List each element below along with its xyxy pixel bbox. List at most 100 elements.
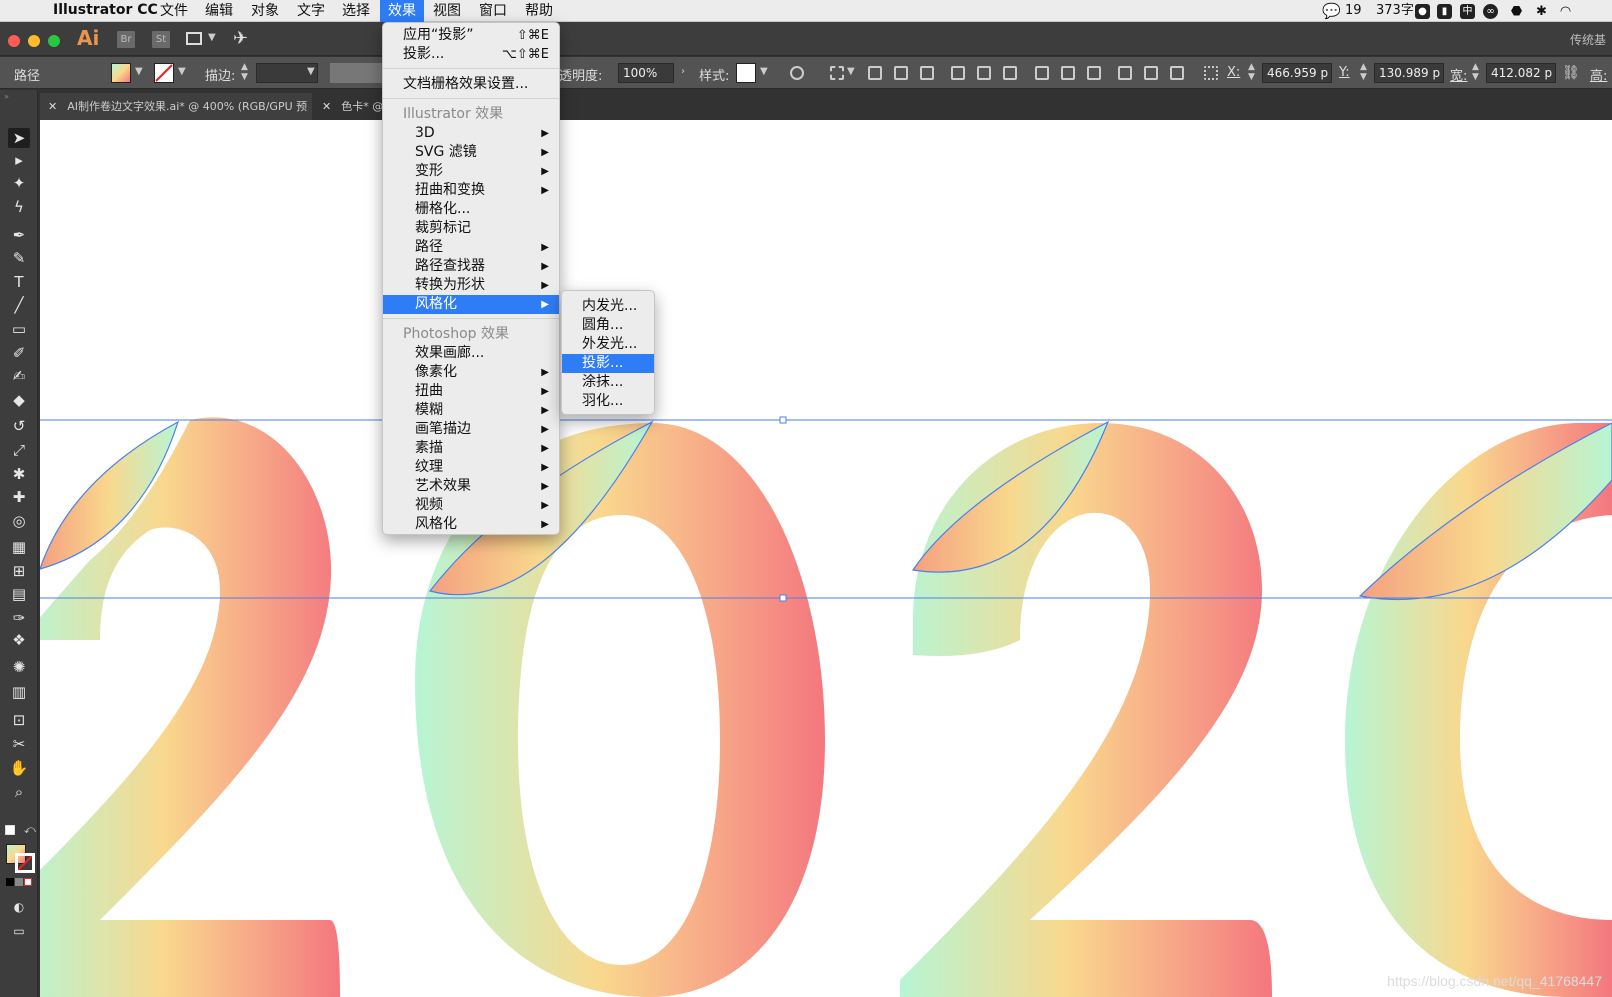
stylize-menu-item[interactable]: 圆角... xyxy=(562,316,654,335)
digit-2-left[interactable] xyxy=(40,417,340,997)
creative-cloud-icon[interactable]: ∞ xyxy=(1483,4,1498,19)
effect-menu-item[interactable]: 扭曲 ▶ xyxy=(383,382,559,401)
graphic-style-dropdown-icon[interactable]: ▼ xyxy=(760,66,768,77)
effect-menu-item[interactable]: 画笔描边 ▶ xyxy=(383,420,559,439)
drawing-mode-icon[interactable]: ◐ xyxy=(8,897,30,917)
close-window-button[interactable] xyxy=(8,35,20,47)
gradient-tool[interactable]: ▤ xyxy=(8,584,30,604)
direct-selection-tool[interactable]: ▸ xyxy=(8,150,30,170)
x-position-field[interactable]: 466.959 p xyxy=(1262,63,1332,83)
shaper-tool[interactable]: ✍ xyxy=(8,366,30,386)
menu-view[interactable]: 视图 xyxy=(425,0,469,22)
align-horizontal-center-icon[interactable] xyxy=(894,66,908,80)
swap-colors-icon[interactable]: ⤺ xyxy=(24,823,36,837)
document-tab-active[interactable]: ✕AI制作卷边文字效果.ai* @ 400% (RGB/GPU 预览) xyxy=(40,93,312,140)
recolor-artwork-icon[interactable] xyxy=(790,66,804,80)
selection-tool[interactable]: ➤ xyxy=(8,128,30,148)
column-graph-tool[interactable]: ▥ xyxy=(8,682,30,702)
fill-dropdown-icon[interactable]: ▼ xyxy=(135,66,143,77)
distribute-left-icon[interactable] xyxy=(1118,66,1132,80)
status-app-icon[interactable]: ● xyxy=(1415,4,1430,19)
graphic-style-swatch[interactable] xyxy=(736,63,756,83)
width-stepper[interactable]: ▲ ▼ xyxy=(1472,62,1479,82)
align-to-selection-icon[interactable] xyxy=(830,66,844,80)
puppet-warp-tool[interactable]: ✱ xyxy=(8,464,30,484)
effect-menu-item[interactable]: 像素化 ▶ xyxy=(383,363,559,382)
y-stepper[interactable]: ▲ ▼ xyxy=(1360,62,1367,82)
pin-tool[interactable]: ✚ xyxy=(8,487,30,507)
width-field[interactable]: 412.082 p xyxy=(1486,63,1556,83)
menu-edit[interactable]: 编辑 xyxy=(197,0,241,22)
effect-menu-item[interactable]: 投影... ⌥⇧⌘E xyxy=(383,45,559,64)
effect-menu-item[interactable]: 路径 ▶ xyxy=(383,238,559,257)
magic-wand-tool[interactable]: ✦ xyxy=(8,173,30,193)
stroke-weight-dropdown-icon[interactable]: ▼ xyxy=(307,66,315,77)
align-to-dropdown-icon[interactable]: ▼ xyxy=(847,66,855,77)
effect-menu-item[interactable]: 裁剪标记 xyxy=(383,219,559,238)
artboard-canvas[interactable]: https://blog.csdn.net/qq_41768447 xyxy=(40,120,1612,997)
mesh-tool[interactable]: ⊞ xyxy=(8,561,30,581)
eyedropper-tool[interactable]: ✑ xyxy=(8,608,30,628)
shield-icon[interactable]: ⬣ xyxy=(1509,4,1524,19)
stylize-menu-item[interactable]: 涂抹... xyxy=(562,373,654,392)
menu-type[interactable]: 文字 xyxy=(289,0,333,22)
chevron-down-icon[interactable]: ▼ xyxy=(208,32,216,43)
stylize-menu-item[interactable]: 内发光... xyxy=(562,297,654,316)
artwork-2020[interactable] xyxy=(40,120,1612,997)
x-stepper[interactable]: ▲ ▼ xyxy=(1248,62,1255,82)
stroke-color-box[interactable] xyxy=(15,853,35,873)
effect-menu-item[interactable]: 变形 ▶ xyxy=(383,162,559,181)
align-right-icon[interactable] xyxy=(920,66,934,80)
stroke-weight-stepper[interactable]: ▲ ▼ xyxy=(241,62,248,82)
effect-menu-item[interactable]: SVG 滤镜 ▶ xyxy=(383,143,559,162)
stock-button[interactable]: St xyxy=(152,31,170,48)
rotate-tool[interactable]: ↺ xyxy=(8,416,30,436)
type-tool[interactable]: T xyxy=(8,272,30,292)
variable-width-profile[interactable] xyxy=(330,63,384,83)
menu-help[interactable]: 帮助 xyxy=(517,0,561,22)
distribute-top-icon[interactable] xyxy=(1035,66,1049,80)
distribute-right-icon[interactable] xyxy=(1170,66,1184,80)
opacity-field[interactable]: 100% xyxy=(618,63,674,83)
collapse-panel-icon[interactable]: » xyxy=(4,92,9,101)
input-method-icon[interactable]: 中 xyxy=(1460,4,1475,19)
color-mode-icon[interactable] xyxy=(6,878,14,886)
rectangle-tool[interactable]: ▭ xyxy=(8,319,30,339)
gpu-performance-icon[interactable]: ✈ xyxy=(233,28,248,49)
effect-menu-item[interactable]: 应用“投影” ⇧⌘E xyxy=(383,26,559,45)
close-tab-icon[interactable]: ✕ xyxy=(322,100,331,113)
menu-object[interactable]: 对象 xyxy=(243,0,287,22)
bluetooth-icon[interactable]: ✱ xyxy=(1534,4,1549,19)
digit-0-right[interactable] xyxy=(1345,422,1612,997)
curvature-tool[interactable]: ✎ xyxy=(8,248,30,268)
selection-handle-top[interactable] xyxy=(779,416,787,424)
artboard-tool[interactable]: ⊡ xyxy=(8,710,30,730)
opacity-arrow-icon[interactable]: › xyxy=(681,66,685,77)
stroke-swatch[interactable] xyxy=(154,63,174,83)
effect-menu-item[interactable]: 艺术效果 ▶ xyxy=(383,477,559,496)
symbol-sprayer-tool[interactable]: ✺ xyxy=(8,657,30,677)
menu-file[interactable]: 文件 xyxy=(152,0,196,22)
align-bottom-icon[interactable] xyxy=(1003,66,1017,80)
zoom-window-button[interactable] xyxy=(48,35,60,47)
digit-2-middle[interactable] xyxy=(900,420,1272,997)
effect-menu-item[interactable]: 视频 ▶ xyxy=(383,496,559,515)
blend-tool[interactable]: ❖ xyxy=(8,630,30,650)
effect-menu-item[interactable]: 风格化 ▶ xyxy=(383,515,559,534)
effect-menu-item[interactable]: 转换为形状 ▶ xyxy=(383,276,559,295)
effect-menu-item[interactable]: 风格化 ▶ xyxy=(383,295,559,314)
distribute-bottom-icon[interactable] xyxy=(1087,66,1101,80)
effect-menu-item[interactable]: 3D ▶ xyxy=(383,124,559,143)
distribute-horizontal-center-icon[interactable] xyxy=(1144,66,1158,80)
line-segment-tool[interactable]: ╱ xyxy=(8,295,30,315)
lasso-tool[interactable]: ϟ xyxy=(8,197,30,217)
menu-select[interactable]: 选择 xyxy=(334,0,378,22)
stylize-menu-item[interactable]: 羽化... xyxy=(562,392,654,411)
none-mode-icon[interactable] xyxy=(24,878,32,886)
effect-menu-item[interactable]: 纹理 ▶ xyxy=(383,458,559,477)
microphone-icon[interactable]: ▮ xyxy=(1437,4,1452,19)
effect-menu-item[interactable]: 栅格化... xyxy=(383,200,559,219)
stroke-dropdown-icon[interactable]: ▼ xyxy=(178,66,186,77)
y-position-field[interactable]: 130.989 p xyxy=(1374,63,1444,83)
effect-menu-item[interactable]: 模糊 ▶ xyxy=(383,401,559,420)
